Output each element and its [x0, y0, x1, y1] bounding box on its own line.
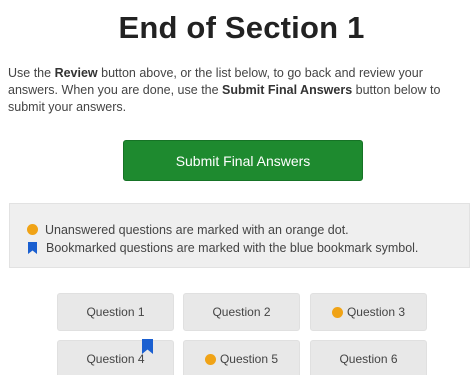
legend-unanswered-text: Unanswered questions are marked with an …	[45, 222, 349, 237]
question-1-button[interactable]: Question 1	[57, 293, 174, 331]
bookmark-icon	[142, 339, 153, 354]
question-label: Question 1	[86, 305, 145, 319]
question-label: Question 3	[346, 305, 406, 319]
unanswered-dot-icon	[204, 353, 216, 365]
end-of-section-page: End of Section 1 Use the Review button a…	[0, 0, 470, 375]
orange-dot-icon	[27, 224, 38, 235]
legend-unanswered: Unanswered questions are marked with an …	[27, 221, 469, 238]
instructions-text: Use the Review button above, or the list…	[8, 65, 470, 116]
question-6-button[interactable]: Question 6	[310, 340, 427, 375]
legend-bookmarked-text: Bookmarked questions are marked with the…	[46, 240, 419, 255]
question-5-button[interactable]: Question 5	[183, 340, 300, 375]
question-label: Question 6	[339, 352, 398, 366]
instructions-line2-start: When you are done, use the	[61, 83, 223, 97]
submit-keyword: Submit Final Answers	[222, 83, 353, 97]
question-2-button[interactable]: Question 2	[183, 293, 300, 331]
legend-panel: Unanswered questions are marked with an …	[9, 203, 470, 268]
question-4-button[interactable]: Question 4	[57, 339, 174, 375]
question-label: Question 2	[212, 305, 271, 319]
question-label: Question 5	[219, 352, 279, 366]
page-title: End of Section 1	[118, 10, 365, 45]
question-label: Question 4	[86, 352, 145, 366]
unanswered-dot-icon	[331, 306, 343, 318]
instructions-line1-start: Use the	[8, 66, 55, 80]
review-keyword: Review	[54, 66, 98, 80]
legend-bookmarked: Bookmarked questions are marked with the…	[27, 239, 469, 256]
submit-final-answers-button[interactable]: Submit Final Answers	[123, 140, 363, 181]
question-3-button[interactable]: Question 3	[310, 293, 427, 331]
bookmark-icon	[28, 241, 37, 254]
